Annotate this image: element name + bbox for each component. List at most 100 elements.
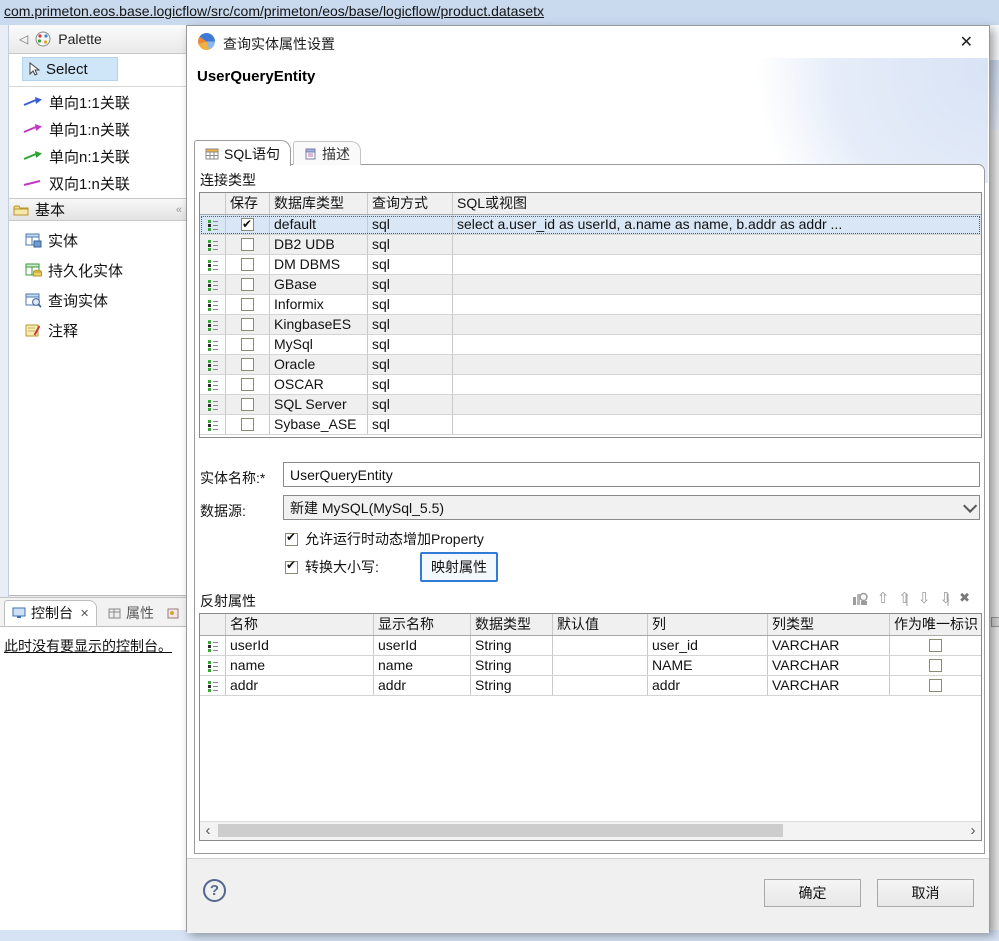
palette-tool-select[interactable]: Select xyxy=(22,57,118,81)
save-checkbox[interactable] xyxy=(241,378,254,391)
dynamic-property-option[interactable]: 允许运行时动态增加Property xyxy=(285,529,484,549)
query-mode-cell[interactable]: sql xyxy=(368,395,453,414)
close-icon[interactable]: ✕ xyxy=(960,32,973,52)
save-checkbox[interactable] xyxy=(241,338,254,351)
sql-cell[interactable] xyxy=(453,355,981,374)
data-type-cell[interactable]: String xyxy=(471,636,553,655)
display-name-cell[interactable]: name xyxy=(374,656,471,675)
palette-tool-relation-bidir[interactable]: 双向1:n关联 xyxy=(23,172,130,194)
column-cell[interactable]: user_id xyxy=(648,636,768,655)
default-value-cell[interactable] xyxy=(553,656,648,675)
query-mode-cell[interactable]: sql xyxy=(368,295,453,314)
default-value-cell[interactable] xyxy=(553,676,648,695)
column-type-cell[interactable]: VARCHAR xyxy=(768,656,890,675)
palette-tool-relation-n-1[interactable]: 单向n:1关联 xyxy=(23,145,130,167)
sql-cell[interactable] xyxy=(453,395,981,414)
connection-row[interactable]: GBase sql xyxy=(200,275,981,295)
connection-row[interactable]: Oracle sql xyxy=(200,355,981,375)
db-type-cell[interactable]: DM DBMS xyxy=(270,255,368,274)
connection-row[interactable]: SQL Server sql xyxy=(200,395,981,415)
palette-tool-note[interactable]: 注释 xyxy=(25,318,78,342)
collapse-palette-icon[interactable]: ◁ xyxy=(19,32,28,46)
data-type-cell[interactable]: String xyxy=(471,656,553,675)
column-type-cell[interactable]: VARCHAR xyxy=(768,676,890,695)
query-mode-cell[interactable]: sql xyxy=(368,275,453,294)
save-checkbox[interactable] xyxy=(241,398,254,411)
query-mode-cell[interactable]: sql xyxy=(368,355,453,374)
tab-partial[interactable] xyxy=(160,600,187,626)
property-row[interactable]: name name String NAME VARCHAR xyxy=(200,656,981,676)
save-checkbox[interactable] xyxy=(241,298,254,311)
map-properties-button[interactable]: 映射属性 xyxy=(421,553,497,581)
unique-checkbox[interactable] xyxy=(929,679,942,692)
move-down-icon[interactable]: ⇩ xyxy=(918,589,931,607)
db-type-cell[interactable]: Informix xyxy=(270,295,368,314)
connection-row[interactable]: Informix sql xyxy=(200,295,981,315)
delete-icon[interactable]: ✖ xyxy=(959,591,970,606)
query-mode-cell[interactable]: sql xyxy=(368,255,453,274)
save-checkbox[interactable] xyxy=(241,358,254,371)
name-cell[interactable]: name xyxy=(226,656,374,675)
sql-cell[interactable]: select a.user_id as userId, a.name as na… xyxy=(453,215,981,234)
db-type-cell[interactable]: Oracle xyxy=(270,355,368,374)
name-cell[interactable]: userId xyxy=(226,636,374,655)
move-bottom-icon[interactable]: ⇩| xyxy=(939,589,950,607)
scrollbar-thumb[interactable] xyxy=(218,824,783,837)
unique-checkbox[interactable] xyxy=(929,639,942,652)
sql-cell[interactable] xyxy=(453,315,981,334)
scroll-left-icon[interactable]: ‹ xyxy=(200,822,216,839)
palette-tool-persistent-entity[interactable]: 持久化实体 xyxy=(25,258,123,282)
tab-properties[interactable]: 属性 xyxy=(101,600,161,626)
connection-row[interactable]: Sybase_ASE sql xyxy=(200,415,981,435)
query-mode-cell[interactable]: sql xyxy=(368,375,453,394)
move-up-icon[interactable]: ⇧ xyxy=(877,589,890,607)
db-type-cell[interactable]: KingbaseES xyxy=(270,315,368,334)
sql-cell[interactable] xyxy=(453,335,981,354)
column-type-cell[interactable]: VARCHAR xyxy=(768,636,890,655)
scroll-right-icon[interactable]: › xyxy=(965,822,981,839)
save-checkbox[interactable] xyxy=(241,278,254,291)
db-type-cell[interactable]: DB2 UDB xyxy=(270,235,368,254)
palette-tool-relation-1-1[interactable]: 单向1:1关联 xyxy=(23,91,130,113)
cancel-button[interactable]: 取消 xyxy=(877,879,974,907)
display-name-cell[interactable]: addr xyxy=(374,676,471,695)
connection-row[interactable]: KingbaseES sql xyxy=(200,315,981,335)
convert-case-checkbox[interactable] xyxy=(285,561,298,574)
entity-name-input[interactable] xyxy=(283,462,980,487)
query-mode-cell[interactable]: sql xyxy=(368,315,453,334)
db-type-cell[interactable]: MySql xyxy=(270,335,368,354)
save-checkbox[interactable] xyxy=(241,318,254,331)
query-mode-cell[interactable]: sql xyxy=(368,235,453,254)
palette-group-basic[interactable]: 基本 « xyxy=(9,198,186,221)
query-mode-cell[interactable]: sql xyxy=(368,415,453,434)
column-cell[interactable]: addr xyxy=(648,676,768,695)
sql-cell[interactable] xyxy=(453,295,981,314)
unique-checkbox[interactable] xyxy=(929,659,942,672)
sql-cell[interactable] xyxy=(453,255,981,274)
data-type-cell[interactable]: String xyxy=(471,676,553,695)
connection-row[interactable]: DB2 UDB sql xyxy=(200,235,981,255)
property-row[interactable]: addr addr String addr VARCHAR xyxy=(200,676,981,696)
connection-row[interactable]: MySql sql xyxy=(200,335,981,355)
display-name-cell[interactable]: userId xyxy=(374,636,471,655)
query-mode-cell[interactable]: sql xyxy=(368,335,453,354)
sql-cell[interactable] xyxy=(453,275,981,294)
convert-case-option[interactable]: 转换大小写: xyxy=(285,557,379,577)
move-top-icon[interactable]: ⇧| xyxy=(898,589,909,607)
tab-sql[interactable]: SQL语句 xyxy=(194,140,291,166)
connection-row[interactable]: DM DBMS sql xyxy=(200,255,981,275)
db-type-cell[interactable]: OSCAR xyxy=(270,375,368,394)
save-checkbox[interactable] xyxy=(241,258,254,271)
ok-button[interactable]: 确定 xyxy=(764,879,861,907)
dynamic-property-checkbox[interactable] xyxy=(285,533,298,546)
property-row[interactable]: userId userId String user_id VARCHAR xyxy=(200,636,981,656)
palette-tool-entity[interactable]: 实体 xyxy=(25,228,78,252)
name-cell[interactable]: addr xyxy=(226,676,374,695)
column-cell[interactable]: NAME xyxy=(648,656,768,675)
db-type-cell[interactable]: default xyxy=(270,215,368,234)
tab-console[interactable]: 控制台 ✕ xyxy=(4,600,97,626)
close-tab-icon[interactable]: ✕ xyxy=(80,607,89,620)
connection-row[interactable]: default sql select a.user_id as userId, … xyxy=(200,215,981,235)
sql-cell[interactable] xyxy=(453,235,981,254)
db-type-cell[interactable]: Sybase_ASE xyxy=(270,415,368,434)
